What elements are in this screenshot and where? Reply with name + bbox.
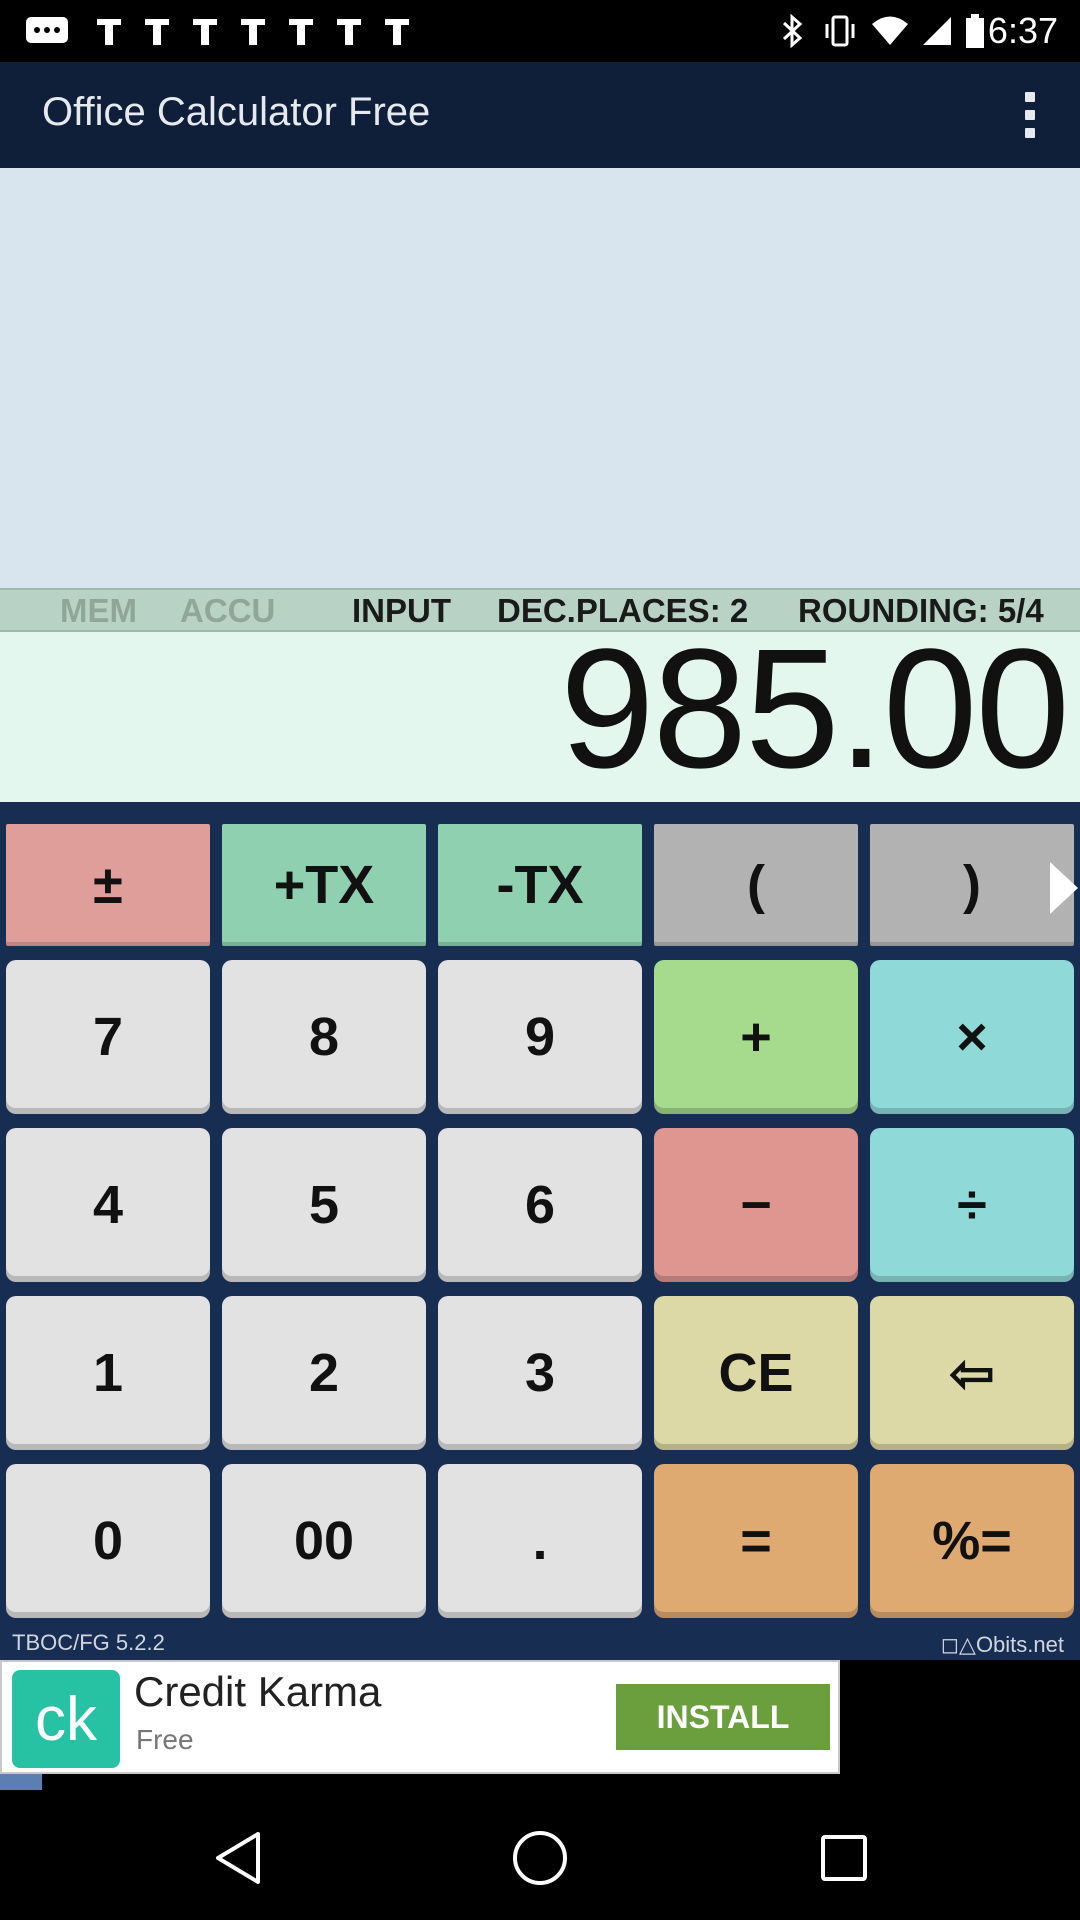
display-value: 985.00: [560, 614, 1070, 804]
key-4[interactable]: 4: [6, 1128, 210, 1282]
image-icon: [334, 14, 364, 48]
key-3[interactable]: 3: [438, 1296, 642, 1450]
key-7[interactable]: 7: [6, 960, 210, 1114]
recents-icon[interactable]: [804, 1818, 884, 1898]
key-00[interactable]: 00: [222, 1464, 426, 1618]
subtract-key[interactable]: −: [654, 1128, 858, 1282]
backspace-key[interactable]: ⇦: [870, 1296, 1074, 1450]
version-label: TBOC/FG 5.2.2: [12, 1630, 165, 1655]
battery-icon: [964, 14, 986, 48]
key-5[interactable]: 5: [222, 1128, 426, 1282]
ad-logo: ck: [12, 1670, 120, 1768]
decimal-key[interactable]: .: [438, 1464, 642, 1618]
signal-icon: [920, 14, 954, 48]
accu-indicator: ACCU: [180, 592, 276, 629]
mem-indicator: MEM: [60, 592, 137, 629]
scroll-right-icon[interactable]: [1050, 862, 1078, 914]
image-icon: [190, 14, 220, 48]
key-2[interactable]: 2: [222, 1296, 426, 1450]
add-key[interactable]: +: [654, 960, 858, 1114]
brand-link[interactable]: ◻△Obits.net: [941, 1632, 1064, 1658]
app-title: Office Calculator Free: [42, 90, 431, 134]
key-0[interactable]: 0: [6, 1464, 210, 1618]
home-icon[interactable]: [500, 1818, 580, 1898]
ad-banner[interactable]: ck Credit Karma Free INSTALL: [0, 1660, 840, 1774]
clock: 6:37: [987, 10, 1058, 51]
open-paren-key[interactable]: (: [654, 824, 858, 946]
divide-key[interactable]: ÷: [870, 1128, 1074, 1282]
bluetooth-icon: [778, 14, 806, 48]
clear-entry-key[interactable]: CE: [654, 1296, 858, 1450]
key-6[interactable]: 6: [438, 1128, 642, 1282]
ad-title: Credit Karma: [134, 1668, 382, 1715]
navigation-bar: [0, 1790, 1080, 1920]
ad-subtitle: Free: [136, 1724, 194, 1755]
app-bar: Office Calculator Free: [0, 62, 1080, 168]
subtract-tax-key[interactable]: -TX: [438, 824, 642, 946]
input-indicator: INPUT: [352, 592, 451, 629]
back-icon[interactable]: [198, 1818, 278, 1898]
image-icon: [94, 14, 124, 48]
ad-choices-icon[interactable]: [0, 1774, 42, 1790]
add-tax-key[interactable]: +TX: [222, 824, 426, 946]
key-1[interactable]: 1: [6, 1296, 210, 1450]
key-8[interactable]: 8: [222, 960, 426, 1114]
messages-icon: [24, 14, 70, 48]
tape-area[interactable]: [0, 168, 1080, 588]
image-icon: [286, 14, 316, 48]
plus-minus-key[interactable]: ±: [6, 824, 210, 946]
image-icon: [382, 14, 412, 48]
equals-key[interactable]: =: [654, 1464, 858, 1618]
image-icon: [142, 14, 172, 48]
overflow-menu-icon[interactable]: [1000, 84, 1060, 146]
percent-equals-key[interactable]: %=: [870, 1464, 1074, 1618]
display: 985.00: [0, 624, 1080, 802]
status-bar: 6:37: [0, 0, 1080, 62]
key-9[interactable]: 9: [438, 960, 642, 1114]
vibrate-icon: [822, 14, 858, 48]
install-button[interactable]: INSTALL: [616, 1684, 830, 1750]
wifi-icon: [870, 14, 910, 48]
close-paren-key[interactable]: ): [870, 824, 1074, 946]
multiply-key[interactable]: ×: [870, 960, 1074, 1114]
image-icon: [238, 14, 268, 48]
